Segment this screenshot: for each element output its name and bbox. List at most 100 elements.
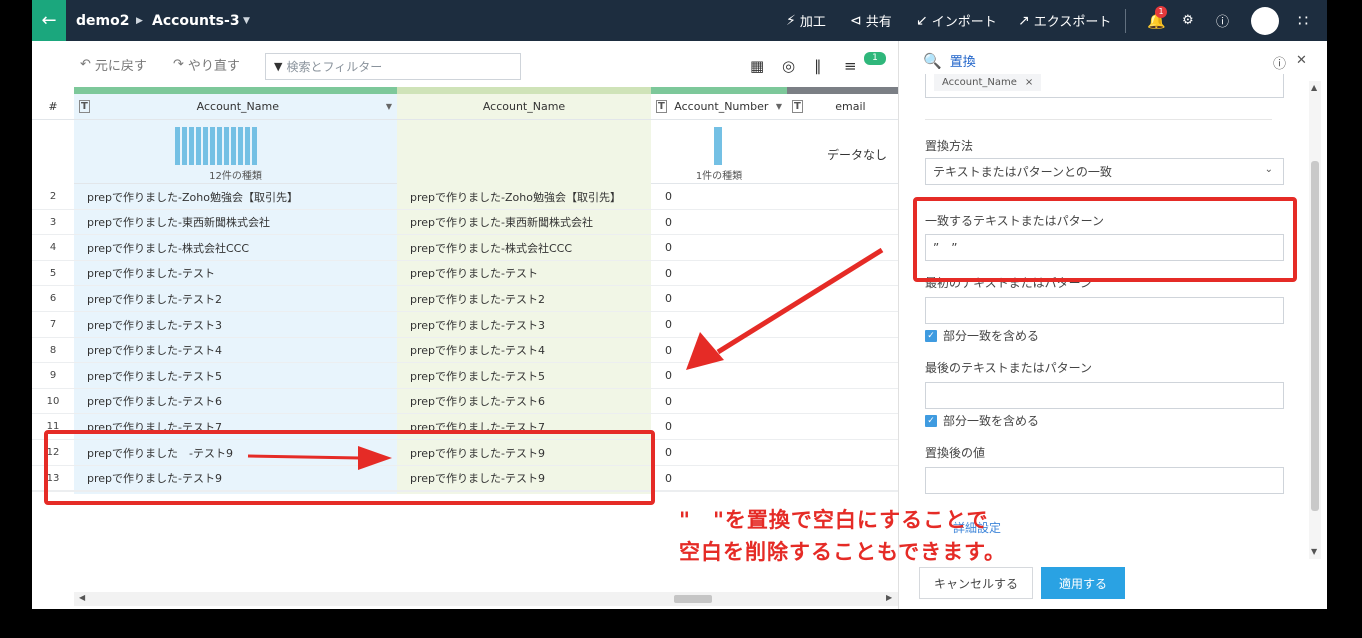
gear-icon[interactable]: ⚙ bbox=[1182, 0, 1194, 41]
column-select[interactable]: Account_Name × bbox=[925, 74, 1284, 98]
profile-histogram bbox=[714, 127, 722, 165]
apps-grid-icon[interactable]: ∷ bbox=[1298, 0, 1308, 41]
apply-button[interactable]: 適用する bbox=[1041, 567, 1125, 599]
panel-scrollbar[interactable]: ▲ ▼ bbox=[1309, 81, 1321, 559]
table-cell[interactable]: prepで作りました-テスト5 bbox=[410, 363, 545, 388]
project-name[interactable]: demo2 bbox=[76, 0, 129, 41]
replace-value-input[interactable] bbox=[925, 467, 1284, 494]
table-cell[interactable]: prepで作りました-Zoho勉強会【取引先】 bbox=[410, 184, 621, 209]
undo-button[interactable]: ↶ 元に戻す bbox=[80, 55, 147, 74]
column-header-email[interactable]: T email bbox=[787, 94, 898, 120]
table-cell[interactable]: 0 bbox=[665, 440, 672, 465]
panel-title: 🔍 置換 bbox=[923, 51, 976, 71]
table-cell[interactable]: prepで作りました-テスト5 bbox=[87, 363, 222, 388]
chevron-down-icon[interactable]: ▼ bbox=[776, 102, 782, 111]
table-cell[interactable]: 0 bbox=[665, 466, 672, 491]
chevron-down-icon[interactable]: ▼ bbox=[386, 102, 392, 111]
table-cell[interactable]: 0 bbox=[665, 210, 672, 235]
target-icon[interactable]: ◎ bbox=[782, 57, 795, 75]
table-row: 9 prepで作りました-テスト5 prepで作りました-テスト5 0 bbox=[32, 363, 898, 389]
transform-icon: ⚡ bbox=[786, 12, 796, 29]
first-pattern-input[interactable] bbox=[925, 297, 1284, 324]
profile-bars-icon[interactable]: ∥ bbox=[814, 57, 822, 75]
share-button[interactable]: ⊲ 共有 bbox=[850, 0, 892, 41]
column-header-label: email bbox=[835, 100, 866, 113]
table-row: 10 prepで作りました-テスト6 prepで作りました-テスト6 0 bbox=[32, 389, 898, 415]
column-accent bbox=[651, 87, 787, 94]
back-arrow-icon[interactable]: ← bbox=[32, 0, 66, 41]
last-partial-checkbox[interactable]: ✓ 部分一致を含める bbox=[925, 412, 1039, 429]
method-value: テキストまたはパターンとの一致 bbox=[933, 165, 1112, 179]
table-cell[interactable]: prepで作りました-テスト6 bbox=[87, 389, 222, 414]
panel-title-text: 置換 bbox=[949, 55, 976, 70]
share-label: 共有 bbox=[865, 15, 892, 30]
screen-border bbox=[0, 609, 1362, 638]
table-cell[interactable]: prepで作りました-テスト4 bbox=[410, 338, 545, 363]
close-icon[interactable]: ✕ bbox=[1296, 53, 1307, 72]
cancel-button[interactable]: キャンセルする bbox=[919, 567, 1033, 599]
column-header-account-name-preview[interactable]: Account_Name bbox=[397, 94, 651, 120]
table-cell[interactable]: prepで作りました-テスト bbox=[87, 261, 215, 286]
scroll-thumb[interactable] bbox=[674, 595, 712, 603]
replace-value-label: 置換後の値 bbox=[925, 446, 986, 460]
export-button[interactable]: ↗ エクスポート bbox=[1018, 0, 1111, 41]
table-cell[interactable]: prepで作りました-テスト3 bbox=[410, 312, 545, 337]
checkbox-label: 部分一致を含める bbox=[943, 329, 1040, 343]
top-bar: ← demo2 ▶ Accounts-3 ▼ ⚡ 加工 ⊲ 共有 ↙ インポート… bbox=[32, 0, 1327, 41]
redo-button[interactable]: ↷ やり直す bbox=[173, 55, 240, 74]
table-cell[interactable]: prepで作りました-テスト2 bbox=[87, 286, 222, 311]
checkbox-checked-icon[interactable]: ✓ bbox=[925, 329, 937, 342]
help-icon[interactable]: ⓘ bbox=[1273, 53, 1286, 72]
scroll-left-icon[interactable]: ◀ bbox=[79, 593, 85, 602]
table-row: 8 prepで作りました-テスト4 prepで作りました-テスト4 0 bbox=[32, 338, 898, 364]
avatar[interactable] bbox=[1251, 7, 1279, 35]
table-cell[interactable]: 0 bbox=[665, 184, 672, 209]
column-header-account-number[interactable]: T Account_Number ▼ bbox=[651, 94, 787, 120]
undo-label: 元に戻す bbox=[94, 59, 147, 74]
chevron-down-icon[interactable]: ▼ bbox=[243, 0, 250, 41]
row-number: 7 bbox=[49, 319, 57, 330]
scroll-right-icon[interactable]: ▶ bbox=[886, 593, 892, 602]
table-cell[interactable]: 0 bbox=[665, 261, 672, 286]
table-cell[interactable]: prepで作りました-東西新聞株式会社 bbox=[87, 210, 270, 235]
table-cell[interactable]: 0 bbox=[665, 286, 672, 311]
table-cell[interactable]: prepで作りました-テスト6 bbox=[410, 389, 545, 414]
horizontal-scrollbar[interactable]: ◀ ▶ bbox=[74, 592, 898, 606]
first-partial-checkbox[interactable]: ✓ 部分一致を含める bbox=[925, 327, 1039, 344]
checkbox-checked-icon[interactable]: ✓ bbox=[925, 414, 937, 427]
table-cell[interactable]: 0 bbox=[665, 414, 672, 439]
table-cell[interactable]: 0 bbox=[665, 389, 672, 414]
table-cell[interactable]: prepで作りました-テスト bbox=[410, 261, 538, 286]
scroll-thumb[interactable] bbox=[1311, 161, 1319, 511]
column-header-account-name[interactable]: T Account_Name ▼ bbox=[74, 94, 397, 120]
scroll-up-icon[interactable]: ▲ bbox=[1311, 83, 1317, 92]
table-cell[interactable]: prepで作りました-株式会社CCC bbox=[87, 235, 249, 260]
table-cell[interactable]: 0 bbox=[665, 363, 672, 388]
table-cell[interactable]: prepで作りました-テスト4 bbox=[87, 338, 222, 363]
grid-toolbar: ↶ 元に戻す ↷ やり直す ▼ 検索とフィルター ▦ ◎ ∥ ≡ 1 bbox=[32, 41, 898, 87]
last-pattern-input[interactable] bbox=[925, 382, 1284, 409]
transform-button[interactable]: ⚡ 加工 bbox=[786, 0, 826, 41]
histogram-bar bbox=[224, 127, 229, 165]
rules-icon[interactable]: ≡ bbox=[844, 57, 857, 75]
chip-remove-icon[interactable]: × bbox=[1025, 77, 1033, 88]
search-filter-input[interactable]: ▼ 検索とフィルター bbox=[265, 53, 521, 80]
scroll-down-icon[interactable]: ▼ bbox=[1311, 547, 1317, 556]
histogram-bar bbox=[203, 127, 208, 165]
dataset-name[interactable]: Accounts-3 bbox=[152, 0, 240, 41]
method-select[interactable]: テキストまたはパターンとの一致 ⌄ bbox=[925, 158, 1284, 185]
rownum-header: # bbox=[32, 94, 74, 120]
table-cell[interactable]: 0 bbox=[665, 338, 672, 363]
row-number: 10 bbox=[46, 395, 60, 407]
row-number: 9 bbox=[49, 370, 57, 382]
table-cell[interactable]: prepで作りました-株式会社CCC bbox=[410, 235, 572, 260]
import-button[interactable]: ↙ インポート bbox=[916, 0, 997, 41]
data-quality-icon[interactable]: ▦ bbox=[750, 57, 764, 75]
table-cell[interactable]: prepで作りました-テスト2 bbox=[410, 286, 545, 311]
help-icon[interactable]: ⓘ bbox=[1216, 0, 1229, 41]
table-cell[interactable]: 0 bbox=[665, 235, 672, 260]
table-cell[interactable]: prepで作りました-Zoho勉強会【取引先】 bbox=[87, 184, 298, 209]
table-cell[interactable]: prepで作りました-東西新聞株式会社 bbox=[410, 210, 593, 235]
table-cell[interactable]: prepで作りました-テスト3 bbox=[87, 312, 222, 337]
table-cell[interactable]: 0 bbox=[665, 312, 672, 337]
